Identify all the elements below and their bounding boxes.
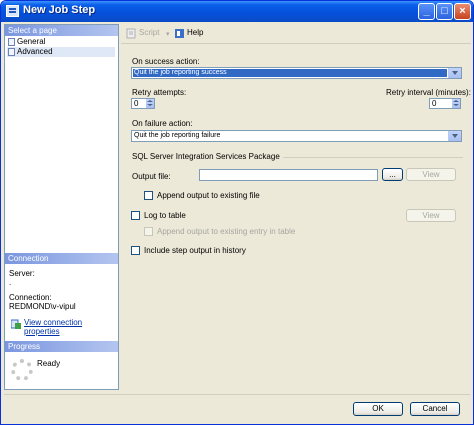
help-button[interactable]: Help bbox=[187, 28, 203, 37]
on-success-combo[interactable]: Quit the job reporting success bbox=[131, 67, 462, 79]
view-connection-properties-link[interactable]: View connection properties bbox=[24, 318, 118, 336]
page-item-advanced[interactable]: Advanced bbox=[7, 47, 115, 57]
page-icon bbox=[8, 48, 15, 56]
minimize-button[interactable]: _ bbox=[418, 3, 435, 20]
on-failure-value: Quit the job reporting failure bbox=[134, 132, 221, 139]
output-file-label: Output file: bbox=[132, 172, 171, 181]
browse-button[interactable]: ... bbox=[382, 168, 403, 181]
view-output-button[interactable]: View bbox=[406, 168, 456, 181]
page-item-general[interactable]: General bbox=[7, 37, 115, 47]
output-file-input[interactable] bbox=[199, 169, 378, 181]
minimize-icon: _ bbox=[423, 5, 430, 17]
maximize-icon: □ bbox=[441, 5, 448, 17]
title-bar[interactable]: New Job Step _ □ × bbox=[1, 1, 473, 22]
append-entry-label: Append output to existing entry in table bbox=[157, 227, 296, 236]
retry-attempts-label: Retry attempts: bbox=[132, 88, 187, 97]
maximize-button[interactable]: □ bbox=[436, 3, 453, 20]
append-output-checkbox[interactable] bbox=[144, 191, 153, 200]
page-item-label: General bbox=[17, 37, 46, 46]
script-icon bbox=[126, 28, 136, 39]
retry-interval-label: Retry interval (minutes): bbox=[386, 88, 471, 97]
progress-spinner-icon bbox=[11, 359, 33, 381]
select-page-header: Select a page bbox=[5, 25, 118, 36]
page-icon bbox=[8, 38, 15, 46]
progress-status: Ready bbox=[37, 359, 61, 368]
retry-attempts-value: 0 bbox=[134, 99, 139, 108]
on-success-label: On success action: bbox=[132, 57, 200, 66]
chevron-down-icon[interactable]: ▾ bbox=[166, 30, 170, 38]
retry-interval-value: 0 bbox=[432, 99, 437, 108]
include-history-checkbox[interactable] bbox=[131, 246, 140, 255]
dialog-app-icon bbox=[6, 5, 19, 17]
connection-header: Connection bbox=[5, 253, 118, 264]
progress-header: Progress bbox=[5, 341, 118, 352]
connection-label: Connection: bbox=[9, 293, 52, 302]
append-entry-checkbox[interactable] bbox=[144, 227, 153, 236]
close-icon: × bbox=[459, 5, 466, 17]
stepper-arrows-icon[interactable] bbox=[146, 99, 154, 108]
ssis-group-label: SQL Server Integration Services Package bbox=[132, 152, 280, 161]
chevron-down-icon[interactable] bbox=[448, 131, 461, 141]
stepper-arrows-icon[interactable] bbox=[452, 99, 460, 108]
on-failure-label: On failure action: bbox=[132, 119, 193, 128]
close-button[interactable]: × bbox=[454, 3, 471, 20]
help-icon bbox=[175, 29, 184, 38]
server-value: . bbox=[9, 278, 12, 287]
toolbar: Script ▾ Help bbox=[121, 24, 471, 44]
append-output-label: Append output to existing file bbox=[157, 191, 260, 200]
new-job-step-dialog: New Job Step _ □ × Select a page General… bbox=[0, 0, 474, 425]
retry-attempts-stepper[interactable]: 0 bbox=[131, 98, 155, 109]
view-table-button[interactable]: View bbox=[406, 209, 456, 222]
left-panel: Select a page General Advanced Connectio… bbox=[4, 24, 119, 390]
include-history-label: Include step output in history bbox=[144, 246, 246, 255]
window-title: New Job Step bbox=[23, 4, 96, 16]
server-label: Server: bbox=[9, 269, 35, 278]
ok-button[interactable]: OK bbox=[353, 402, 403, 416]
chevron-down-icon[interactable] bbox=[448, 68, 461, 78]
group-divider bbox=[283, 157, 463, 158]
log-to-table-label: Log to table bbox=[144, 211, 186, 220]
log-to-table-checkbox[interactable] bbox=[131, 211, 140, 220]
footer-divider bbox=[4, 394, 470, 395]
on-failure-combo[interactable]: Quit the job reporting failure bbox=[131, 130, 462, 142]
connection-properties-icon bbox=[11, 319, 21, 329]
cancel-button[interactable]: Cancel bbox=[410, 402, 460, 416]
script-button[interactable]: Script bbox=[139, 28, 159, 37]
retry-interval-stepper[interactable]: 0 bbox=[429, 98, 461, 109]
connection-value: REDMOND\v-vipul bbox=[9, 302, 76, 311]
on-success-value: Quit the job reporting success bbox=[133, 69, 447, 77]
page-item-label: Advanced bbox=[17, 47, 53, 56]
